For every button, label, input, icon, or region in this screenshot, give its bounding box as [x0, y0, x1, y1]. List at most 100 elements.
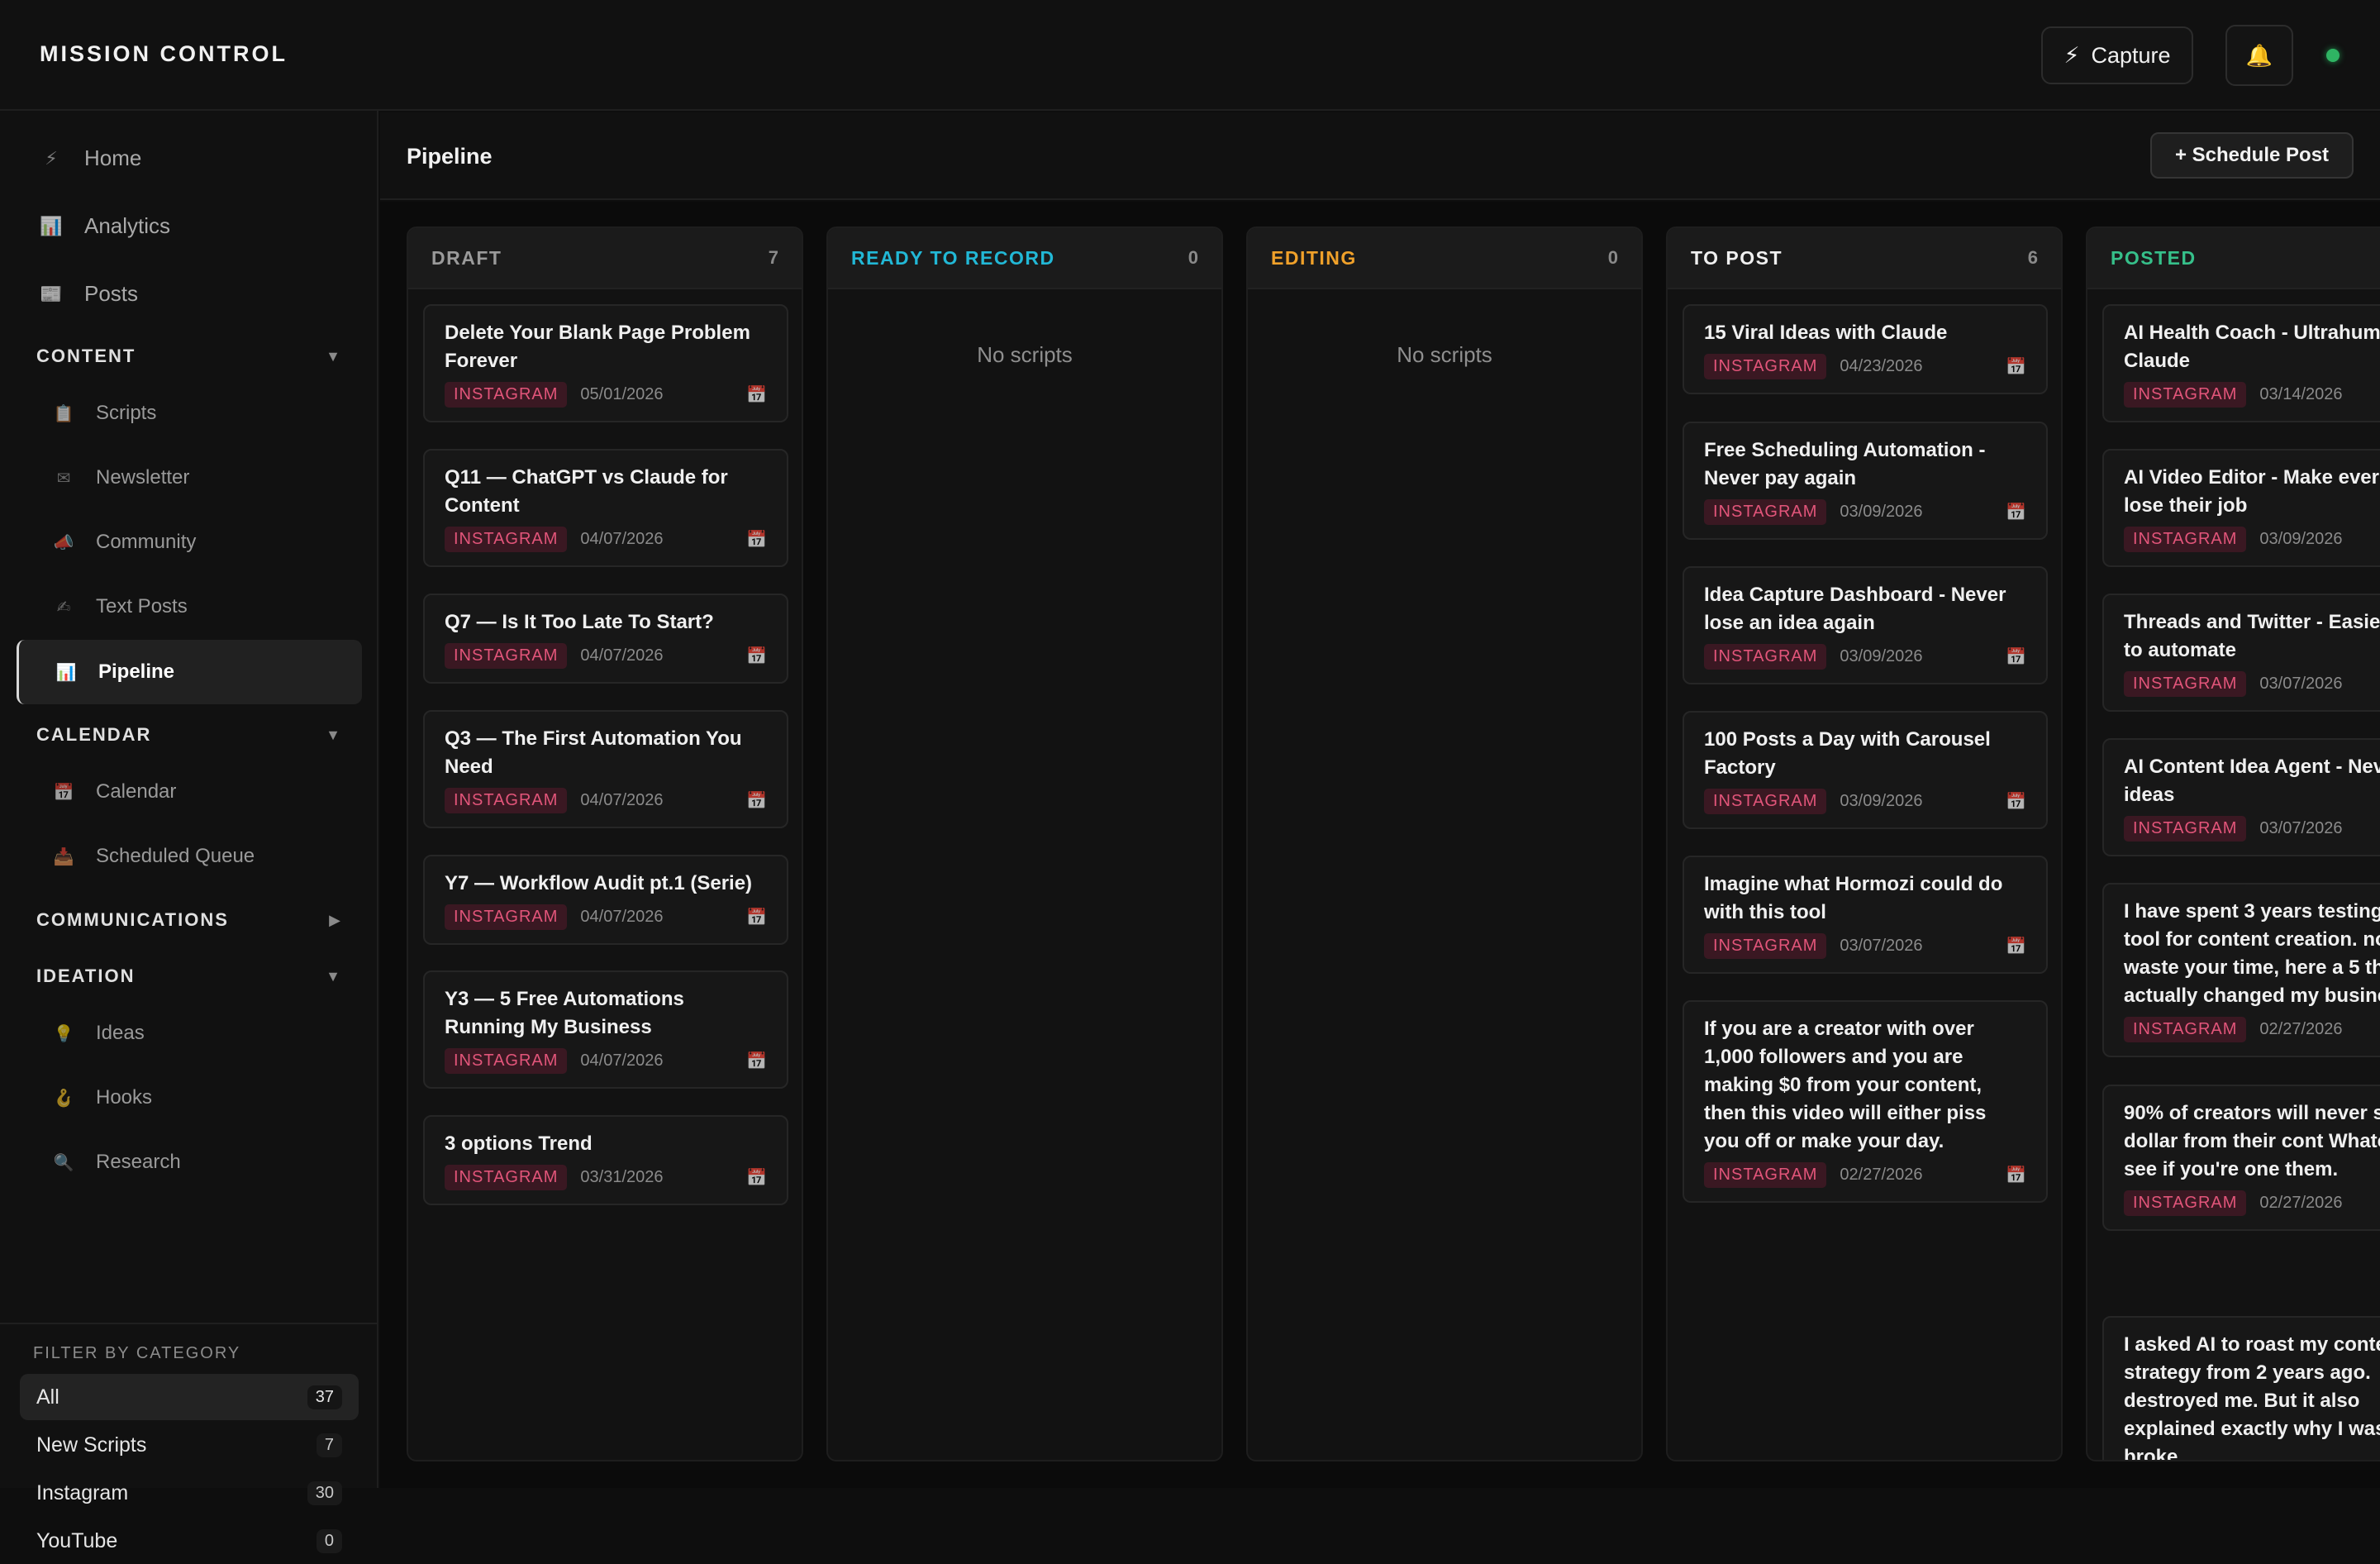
card-title: If you are a creator with over 1,000 fol… — [1704, 1018, 1987, 1152]
envelope-icon: ✉ — [56, 469, 71, 488]
calendar-icon[interactable]: 📅 — [746, 790, 767, 811]
calendar-icon[interactable]: 📅 — [2006, 502, 2026, 522]
column-count: 0 — [1607, 247, 1618, 268]
megaphone-icon: 📣 — [53, 533, 74, 552]
card-date: 04/07/2026 — [580, 791, 664, 809]
script-card[interactable]: Free Scheduling Automation - Never pay a… — [1683, 422, 2048, 540]
sidebar-item-label: Hooks — [96, 1086, 153, 1109]
newspaper-icon: 📰 — [40, 283, 63, 304]
calendar-icon[interactable]: 📅 — [746, 384, 767, 405]
lightning-icon: ⚡ — [45, 147, 58, 169]
calendar-icon[interactable]: 📅 — [746, 907, 767, 927]
calendar-icon[interactable]: 📅 — [2006, 646, 2026, 667]
sidebar-item-text-posts[interactable]: ✍ Text Posts — [53, 595, 188, 618]
sidebar-item-calendar[interactable]: 📅 Calendar — [53, 780, 177, 803]
sidebar-item-analytics[interactable]: 📊 Analytics — [40, 213, 170, 239]
calendar-icon[interactable]: 📅 — [746, 646, 767, 666]
script-card[interactable]: If you are a creator with over 1,000 fol… — [1683, 1000, 2048, 1203]
sidebar-item-label: Text Posts — [96, 595, 188, 617]
page-header: Pipeline + Schedule Post — [380, 112, 2380, 200]
script-card[interactable]: 3 options Trend INSTAGRAM 03/31/2026 📅 — [423, 1115, 788, 1205]
section-title: IDEATION — [36, 966, 136, 986]
sidebar-item-label: Calendar — [96, 780, 177, 803]
empty-state: No scripts — [1397, 342, 1492, 367]
section-communications-toggle[interactable]: COMMUNICATIONS ▶ — [36, 909, 342, 931]
filter-label: YouTube — [36, 1528, 118, 1552]
section-content-toggle[interactable]: CONTENT ▼ — [36, 346, 342, 367]
calendar-icon[interactable]: 📅 — [2006, 791, 2026, 812]
platform-badge: INSTAGRAM — [2124, 816, 2247, 842]
script-card[interactable]: 100 Posts a Day with Carousel Factory IN… — [1683, 711, 2048, 829]
column-title: TO POST — [1691, 246, 1783, 269]
section-calendar-toggle[interactable]: CALENDAR ▼ — [36, 724, 342, 746]
sidebar-item-scripts[interactable]: 📋 Scripts — [53, 402, 157, 425]
column-editing: EDITING 0 No scripts — [1246, 226, 1643, 1461]
column-title: EDITING — [1271, 246, 1357, 269]
card-title: 100 Posts a Day with Carousel Factory — [1704, 728, 1991, 779]
column-posted: POSTED AI Health Coach - Ultrahum Claude… — [2086, 226, 2380, 1461]
script-card[interactable]: Q11 — ChatGPT vs Claude for Content INST… — [423, 449, 788, 567]
card-title: I asked AI to roast my conte strategy fr… — [2124, 1333, 2380, 1461]
column-ready-to-record: READY TO RECORD 0 No scripts — [826, 226, 1223, 1461]
script-card[interactable]: Q3 — The First Automation You Need INSTA… — [423, 710, 788, 828]
calendar-icon[interactable]: 📅 — [2006, 356, 2026, 377]
calendar-icon[interactable]: 📅 — [746, 1051, 767, 1071]
card-date: 04/07/2026 — [580, 530, 664, 548]
script-card[interactable]: Threads and Twitter - Easie social to au… — [2102, 594, 2380, 712]
script-card[interactable]: AI Video Editor - Make ever editor lose … — [2102, 449, 2380, 567]
sidebar-item-label: Scripts — [96, 402, 157, 424]
card-title: Threads and Twitter - Easie social to au… — [2124, 611, 2380, 661]
sidebar-item-posts[interactable]: 📰 Posts — [40, 281, 138, 307]
section-ideation-toggle[interactable]: IDEATION ▼ — [36, 966, 342, 987]
script-card[interactable]: Idea Capture Dashboard - Never lose an i… — [1683, 566, 2048, 684]
calendar-icon[interactable]: 📅 — [2006, 1165, 2026, 1185]
script-card[interactable]: AI Health Coach - Ultrahum Claude INSTAG… — [2102, 304, 2380, 422]
script-card[interactable]: Delete Your Blank Page Problem Forever I… — [423, 304, 788, 422]
filter-all[interactable]: All 37 — [20, 1374, 359, 1420]
column-title: DRAFT — [431, 246, 502, 269]
script-card[interactable]: AI Content Idea Agent - Nev out of ideas… — [2102, 738, 2380, 856]
sidebar-item-scheduled-queue[interactable]: 📥 Scheduled Queue — [53, 845, 255, 868]
script-card[interactable]: Q7 — Is It Too Late To Start? INSTAGRAM 0… — [423, 594, 788, 684]
script-card[interactable]: Y7 — Workflow Audit pt.1 (Serie) INSTAGR… — [423, 855, 788, 945]
calendar-icon[interactable]: 📅 — [746, 529, 767, 550]
hook-icon: 🪝 — [53, 1089, 74, 1108]
filter-new-scripts[interactable]: New Scripts 7 — [20, 1422, 359, 1468]
column-to-post: TO POST 6 15 Viral Ideas with Claude INS… — [1666, 226, 2063, 1461]
script-card[interactable]: I have spent 3 years testing AI tool for… — [2102, 883, 2380, 1057]
sidebar-item-label: Posts — [84, 281, 139, 306]
script-card[interactable]: 15 Viral Ideas with Claude INSTAGRAM 04/2… — [1683, 304, 2048, 394]
card-title: 3 options Trend — [445, 1132, 593, 1155]
schedule-post-button[interactable]: + Schedule Post — [2150, 132, 2354, 179]
sidebar-item-newsletter[interactable]: ✉ Newsletter — [53, 466, 190, 489]
card-title: Q3 — The First Automation You Need — [445, 727, 742, 778]
filter-youtube[interactable]: YouTube 0 — [20, 1518, 359, 1564]
bar-chart-icon: 📊 — [55, 663, 77, 682]
calendar-icon[interactable]: 📅 — [746, 1167, 767, 1188]
sidebar-item-ideas[interactable]: 💡 Ideas — [53, 1022, 145, 1045]
card-title: Imagine what Hormozi could do with this … — [1704, 873, 2003, 923]
sidebar-item-community[interactable]: 📣 Community — [53, 531, 197, 554]
capture-button[interactable]: ⚡ Capture — [2041, 26, 2193, 84]
script-card[interactable]: I asked AI to roast my conte strategy fr… — [2102, 1316, 2380, 1461]
platform-badge: INSTAGRAM — [1704, 499, 1827, 525]
notifications-button[interactable]: 🔔 — [2225, 25, 2293, 86]
calendar-icon[interactable]: 📅 — [2006, 936, 2026, 956]
script-card[interactable]: Y3 — 5 Free Automations Running My Busin… — [423, 970, 788, 1089]
filter-instagram[interactable]: Instagram 30 — [20, 1470, 359, 1516]
card-date: 02/27/2026 — [1840, 1166, 1923, 1184]
platform-badge: INSTAGRAM — [445, 1048, 568, 1074]
card-date: 02/27/2026 — [2259, 1194, 2343, 1212]
filter-count: 0 — [316, 1528, 342, 1553]
sidebar-item-hooks[interactable]: 🪝 Hooks — [53, 1086, 152, 1109]
chevron-down-icon: ▼ — [326, 726, 342, 743]
lightbulb-icon: 💡 — [53, 1024, 74, 1043]
sidebar-item-pipeline[interactable]: 📊 Pipeline — [17, 640, 362, 704]
script-card[interactable]: Imagine what Hormozi could do with this … — [1683, 856, 2048, 974]
sidebar-item-home[interactable]: ⚡ Home — [40, 145, 141, 171]
script-card[interactable]: 90% of creators will never single dollar… — [2102, 1085, 2380, 1231]
magnifier-icon: 🔍 — [53, 1153, 74, 1172]
sidebar-item-research[interactable]: 🔍 Research — [53, 1151, 181, 1174]
page-title: Pipeline — [407, 144, 493, 169]
sidebar-item-label: Scheduled Queue — [96, 845, 255, 867]
